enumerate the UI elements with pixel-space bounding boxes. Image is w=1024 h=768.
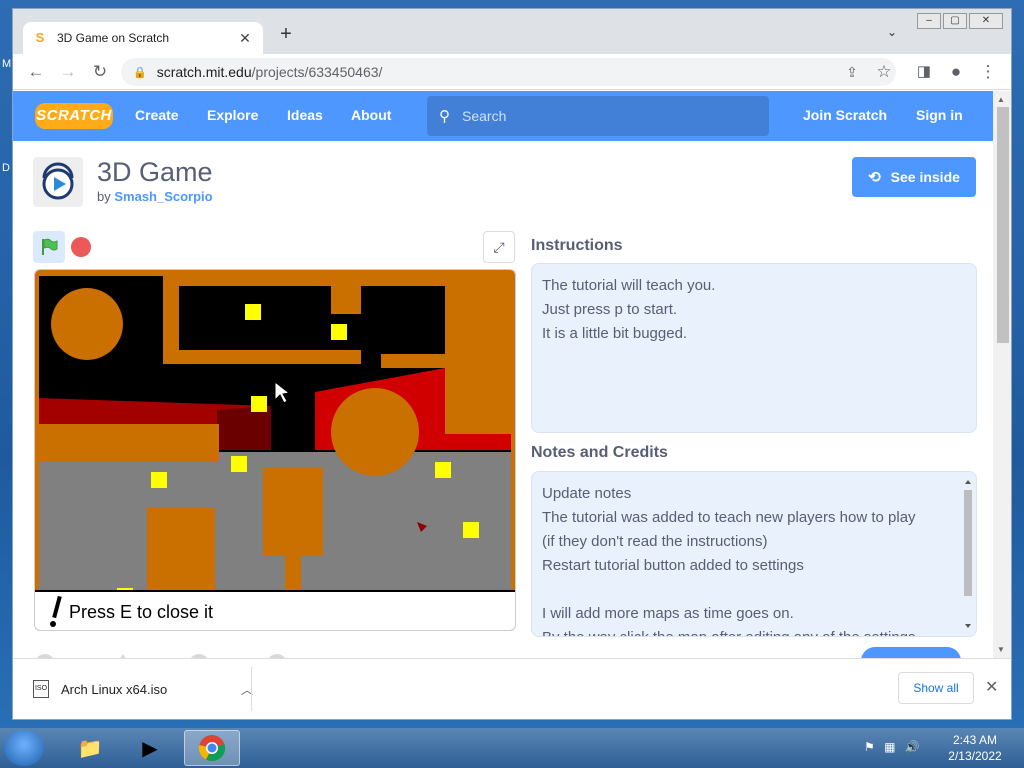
- download-item[interactable]: ISO Arch Linux x64.iso ︿: [33, 675, 253, 703]
- scratch-page: SCRATCH Create Explore Ideas About ⚲ Joi…: [13, 91, 993, 658]
- url-host: scratch.mit.edu: [156, 64, 252, 80]
- nav-explore[interactable]: Explore: [207, 107, 258, 123]
- file-explorer-icon[interactable]: 📁: [62, 730, 118, 766]
- fullscreen-icon: ⤢: [493, 238, 505, 255]
- browser-window: S 3D Game on Scratch ✕ + ⌄ – ▢ ✕ ← → ↻ 🔒…: [12, 8, 1012, 720]
- page-scrollbar[interactable]: ▲ ▼: [993, 91, 1011, 658]
- browser-toolbar: ← → ↻ 🔒 scratch.mit.edu/projects/6334504…: [13, 54, 1011, 90]
- chrome-logo-icon: [198, 735, 226, 762]
- notes-heading: Notes and Credits: [531, 444, 668, 461]
- green-flag-icon: [42, 238, 58, 255]
- close-download-bar-icon[interactable]: ✕: [985, 677, 998, 697]
- game-stage[interactable]: Press E to close it: [34, 269, 516, 631]
- project-thumbnail[interactable]: [33, 157, 83, 207]
- scratch-navbar: SCRATCH Create Explore Ideas About ⚲ Joi…: [13, 91, 993, 141]
- instructions-line: Just press p to start.: [542, 301, 678, 318]
- action-center-icon[interactable]: ⚑: [864, 740, 875, 754]
- search-icon: ⚲: [439, 108, 450, 125]
- show-all-button[interactable]: Show all: [898, 672, 974, 704]
- clock-time: 2:43 AM: [952, 733, 998, 747]
- back-icon[interactable]: ←: [25, 61, 47, 83]
- instructions-box[interactable]: The tutorial will teach you. Just press …: [531, 263, 977, 433]
- sign-in-link[interactable]: Sign in: [916, 107, 963, 123]
- notes-line: The tutorial was added to teach new play…: [542, 509, 916, 526]
- menu-kebab-icon[interactable]: ⋮: [977, 61, 999, 83]
- reload-icon[interactable]: ↻: [89, 61, 111, 83]
- taskbar: 📁 ▶ ⚑ ▦ 🔊 2:43 AM 2/13/2022: [0, 728, 1024, 768]
- project-byline: by Smash_Scorpio: [97, 189, 213, 204]
- see-inside-button[interactable]: ⟲ See inside: [852, 157, 976, 197]
- join-scratch-link[interactable]: Join Scratch: [803, 107, 887, 123]
- address-bar[interactable]: 🔒 scratch.mit.edu/projects/633450463/: [121, 58, 896, 86]
- lock-icon: 🔒: [133, 66, 147, 79]
- scroll-up-icon[interactable]: ▲: [997, 95, 1005, 104]
- notes-line: By the way click the map after editing a…: [542, 626, 966, 636]
- download-bar: ISO Arch Linux x64.iso ︿ Show all ✕: [13, 658, 1011, 719]
- stop-button[interactable]: [71, 237, 91, 257]
- share-icon[interactable]: ⇪: [841, 61, 863, 83]
- iso-file-icon: ISO: [33, 680, 49, 698]
- by-label: by: [97, 189, 111, 204]
- media-player-icon[interactable]: ▶: [122, 730, 178, 766]
- title-bar: S 3D Game on Scratch ✕ + ⌄ – ▢ ✕: [13, 9, 1011, 54]
- divider: [251, 667, 252, 711]
- nav-ideas[interactable]: Ideas: [287, 107, 323, 123]
- notes-scrollbar[interactable]: [962, 476, 974, 632]
- nav-about[interactable]: About: [351, 107, 391, 123]
- notes-line: Update notes: [542, 485, 632, 502]
- browser-tab[interactable]: S 3D Game on Scratch ✕: [23, 22, 263, 54]
- desktop-label: M: [2, 58, 12, 70]
- tab-search-chevron-icon[interactable]: ⌄: [887, 25, 897, 39]
- nav-create[interactable]: Create: [135, 107, 179, 123]
- scratch-favicon-icon: S: [35, 30, 45, 45]
- project-stats: [33, 649, 333, 658]
- fullscreen-button[interactable]: ⤢: [483, 231, 515, 263]
- scrollbar-thumb[interactable]: [997, 107, 1009, 343]
- remix-arrows-icon: ⟲: [868, 169, 881, 186]
- notes-line: I will add more maps as time goes on.: [542, 605, 794, 622]
- tab-title: 3D Game on Scratch: [57, 31, 170, 45]
- search-input[interactable]: [462, 108, 762, 124]
- instructions-heading: Instructions: [531, 237, 623, 254]
- clock-date: 2/13/2022: [948, 749, 1002, 763]
- system-tray[interactable]: ⚑ ▦ 🔊: [864, 740, 920, 754]
- url-path: /projects/633450463/: [251, 64, 383, 80]
- taskbar-clock[interactable]: 2:43 AM 2/13/2022: [940, 732, 1010, 764]
- scratch-logo[interactable]: SCRATCH: [35, 103, 113, 129]
- game-scene: Press E to close it: [35, 270, 515, 630]
- notes-box[interactable]: Update notes The tutorial was added to t…: [531, 471, 977, 637]
- close-window-button[interactable]: ✕: [969, 13, 1003, 29]
- instructions-line: It is a little bit bugged.: [542, 325, 688, 342]
- side-panel-icon[interactable]: ◨: [913, 61, 935, 83]
- scroll-down-icon[interactable]: ▼: [997, 645, 1005, 654]
- download-file-name: Arch Linux x64.iso: [61, 681, 168, 697]
- project-thumbnail-icon: [42, 162, 74, 200]
- project-title: 3D Game: [97, 157, 213, 187]
- notes-line: (if they don't read the instructions): [542, 533, 768, 550]
- new-tab-button[interactable]: +: [275, 23, 297, 46]
- desktop-label: D: [2, 162, 10, 174]
- volume-icon[interactable]: 🔊: [905, 740, 920, 754]
- notes-line: Restart tutorial button added to setting…: [542, 557, 804, 574]
- bookmark-star-icon[interactable]: ☆: [873, 61, 895, 83]
- network-icon[interactable]: ▦: [884, 740, 895, 754]
- project-author-link[interactable]: Smash_Scorpio: [114, 189, 212, 204]
- tab-close-icon[interactable]: ✕: [237, 30, 253, 47]
- chrome-icon[interactable]: [184, 730, 240, 766]
- notes-line: [542, 578, 966, 602]
- remix-button-partial[interactable]: [861, 647, 961, 658]
- minimize-button[interactable]: –: [917, 13, 941, 29]
- start-button[interactable]: [4, 730, 44, 766]
- nav-search-box[interactable]: ⚲: [427, 96, 769, 136]
- stage-dialog-text: Press E to close it: [69, 602, 213, 622]
- maximize-button[interactable]: ▢: [943, 13, 967, 29]
- instructions-line: The tutorial will teach you.: [542, 277, 716, 294]
- profile-avatar-icon[interactable]: ●: [945, 61, 967, 83]
- see-inside-label: See inside: [890, 169, 960, 185]
- forward-icon[interactable]: →: [57, 61, 79, 83]
- green-flag-button[interactable]: [33, 231, 65, 263]
